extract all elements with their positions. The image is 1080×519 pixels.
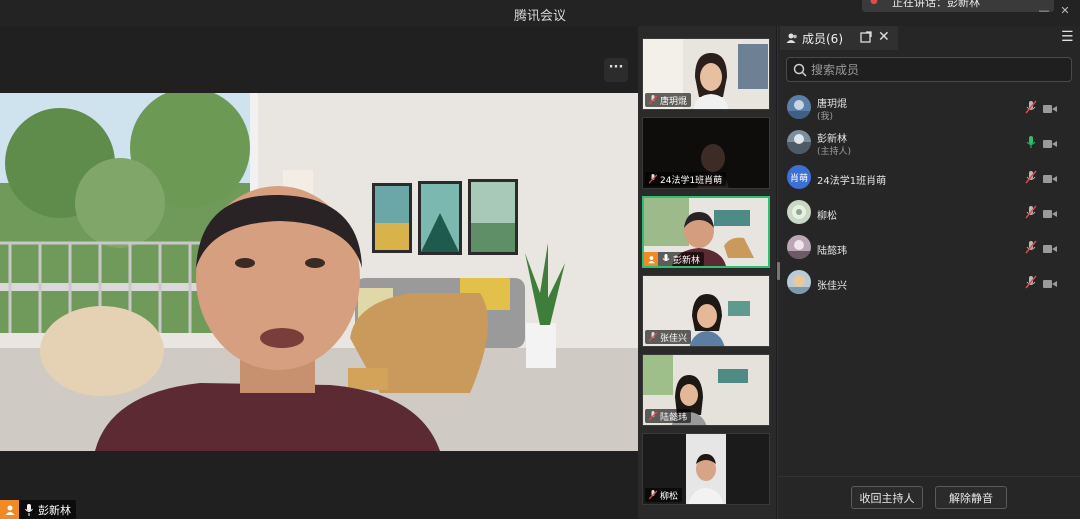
popout-icon[interactable] [860,31,872,47]
member-name: 唐玥焜 [817,99,847,110]
member-name: 张佳兴 [817,281,847,292]
tab-members-label: 成员(6) [802,31,843,46]
member-row[interactable]: 张佳兴 [778,266,1080,300]
main-video-feed[interactable] [0,93,638,451]
thumbnail-name: 24法学1班肖萌 [660,175,723,186]
main-speaker-name-tag: 彭新林 [0,500,76,519]
mic-icon [22,503,36,517]
thumbnail-name-tag: 柳松 [645,488,683,502]
mic-muted-icon[interactable] [1025,204,1037,219]
participant-thumbnail-active-speaker[interactable]: 彭新林 [642,196,770,268]
participant-thumbnail[interactable]: 24法学1班肖萌 [642,117,770,189]
main-video-area: ··· [0,26,638,519]
search-icon [793,62,807,81]
mic-active-icon[interactable] [1025,134,1037,148]
participant-thumbnail-strip: 唐玥焜 24法学1班肖萌 彭新林 张佳兴 陆懿玮 柳松 [638,26,776,519]
camera-icon[interactable] [1043,275,1057,288]
member-name: 陆懿玮 [817,246,847,257]
avatar [787,235,811,259]
mic-icon [661,254,671,264]
mic-muted-icon [648,490,658,500]
camera-icon[interactable] [1043,240,1057,253]
member-row[interactable]: 肖萌 24法学1班肖萌 [778,161,1080,195]
mic-muted-icon[interactable] [1025,99,1037,114]
member-row[interactable]: 彭新林 (主持人) [778,126,1080,160]
member-name: 24法学1班肖萌 [817,176,887,187]
participant-thumbnail[interactable]: 柳松 [642,433,770,505]
mic-muted-icon [648,332,658,342]
menu-icon[interactable]: ☰ [1061,29,1074,45]
member-row[interactable]: 唐玥焜 (我) [778,91,1080,125]
member-row[interactable]: 陆懿玮 [778,231,1080,265]
main-speaker-name: 彭新林 [38,503,71,517]
thumbnail-name: 彭新林 [673,255,701,266]
avatar [787,200,811,224]
camera-icon[interactable] [1043,135,1057,148]
panel-resize-handle[interactable] [777,262,780,280]
mic-muted-icon [648,411,658,421]
members-panel: 成员(6) ✕ ☰ 唐玥焜 (我) 彭新林 (主持人) 肖萌 24法学1班肖萌 … [777,26,1080,519]
mic-muted-icon[interactable] [1025,274,1037,289]
speaking-toast-text: 正在讲话：彭新林 [892,0,980,9]
camera-icon[interactable] [1043,100,1057,113]
mic-muted-icon[interactable] [1025,239,1037,254]
thumbnail-name: 陆懿玮 [660,412,688,423]
camera-icon[interactable] [1043,170,1057,183]
thumbnail-name-tag: 唐玥焜 [645,93,692,107]
speaker-video-image [0,93,638,451]
reclaim-host-button[interactable]: 收回主持人 [851,486,923,509]
participant-thumbnail[interactable]: 唐玥焜 [642,38,770,110]
thumbnail-name-tag: 张佳兴 [645,330,692,344]
close-window-icon[interactable]: ✕ [1058,4,1072,18]
mic-muted-icon [648,174,658,184]
member-row[interactable]: 柳松 [778,196,1080,230]
thumbnail-name: 唐玥焜 [660,96,688,107]
member-name: 彭新林 [817,134,847,145]
member-name: 柳松 [817,211,837,222]
member-role: (主持人) [817,147,852,157]
avatar [787,270,811,294]
thumbnail-name: 张佳兴 [660,333,688,344]
members-icon [786,29,798,48]
host-icon [644,252,658,266]
host-icon [0,500,19,519]
minimize-icon[interactable]: — [1037,4,1051,18]
avatar: 肖萌 [787,165,811,189]
mic-muted-icon[interactable] [1025,169,1037,184]
speaking-toast: ● 正在讲话：彭新林 [862,0,1054,12]
search-input[interactable] [811,61,1061,79]
thumbnail-name-tag: 24法学1班肖萌 [645,172,727,186]
thumbnail-name-tag: 彭新林 [644,252,705,266]
title-bar: 腾讯会议 ● 正在讲话：彭新林 — ✕ [0,0,1080,26]
avatar [787,95,811,119]
camera-icon[interactable] [1043,205,1057,218]
panel-footer: 收回主持人 解除静音 [778,476,1080,519]
close-panel-icon[interactable]: ✕ [878,29,890,45]
participant-thumbnail[interactable]: 张佳兴 [642,275,770,347]
member-search[interactable] [786,57,1072,82]
avatar [787,130,811,154]
unmute-all-button[interactable]: 解除静音 [935,486,1007,509]
member-role: (我) [817,112,834,122]
thumbnail-name-tag: 陆懿玮 [645,409,692,423]
more-options-button[interactable]: ··· [604,58,628,82]
thumbnail-name: 柳松 [660,491,679,502]
participant-thumbnail[interactable]: 陆懿玮 [642,354,770,426]
mic-muted-icon [648,95,658,105]
mic-icon: ● [870,0,878,6]
